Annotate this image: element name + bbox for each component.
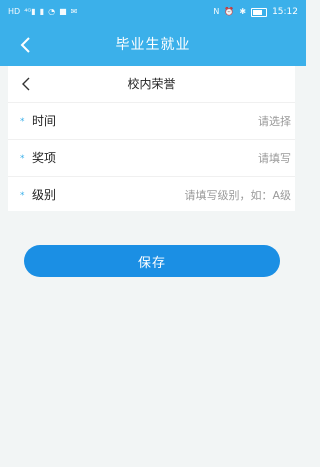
time-select[interactable]: 请选择 (258, 103, 291, 140)
field-award[interactable]: * 奖项 请填写 (8, 139, 295, 177)
field-label: 奖项 (32, 151, 57, 165)
form-card: 校内荣誉 * 时间 请选择 * 奖项 请填写 * 级别 请填写级别，如：A级 (8, 66, 295, 211)
status-bar: HD ⁴ᴳ▮ ▮ ◔ ■ ✉ N ⏰ ✱ 15:12 (0, 0, 306, 24)
save-button[interactable]: 保存 (24, 245, 280, 277)
field-time[interactable]: * 时间 请选择 (8, 102, 295, 140)
signal-2-icon: ▮ (39, 7, 45, 16)
required-mark: * (20, 191, 25, 201)
battery-icon (251, 7, 268, 17)
app-bar: 毕业生就业 (0, 24, 306, 66)
field-label: 时间 (32, 114, 57, 128)
status-left: HD ⁴ᴳ▮ ▮ ◔ ■ ✉ (8, 0, 77, 24)
signal-icon: ⁴ᴳ▮ (24, 7, 36, 16)
mail-icon: ✉ (70, 7, 78, 16)
hd-icon: HD (8, 7, 21, 16)
wifi-icon: ◔ (48, 7, 56, 16)
nfc-icon: N (213, 7, 220, 16)
camera-icon: ■ (59, 7, 67, 16)
field-level[interactable]: * 级别 请填写级别，如：A级 (8, 176, 295, 214)
level-input[interactable]: 请填写级别，如：A级 (184, 177, 291, 214)
bluetooth-icon: ✱ (239, 7, 247, 16)
section-title: 校内荣誉 (127, 77, 176, 91)
status-right: N ⏰ ✱ 15:12 (213, 0, 298, 24)
page-title: 毕业生就业 (115, 37, 191, 53)
required-mark: * (20, 117, 25, 127)
required-mark: * (20, 154, 25, 164)
field-label: 级别 (32, 188, 57, 202)
award-input[interactable]: 请填写 (258, 140, 291, 177)
sub-header: 校内荣誉 (8, 66, 295, 102)
alarm-icon: ⏰ (224, 7, 235, 16)
status-time: 15:12 (272, 7, 298, 17)
